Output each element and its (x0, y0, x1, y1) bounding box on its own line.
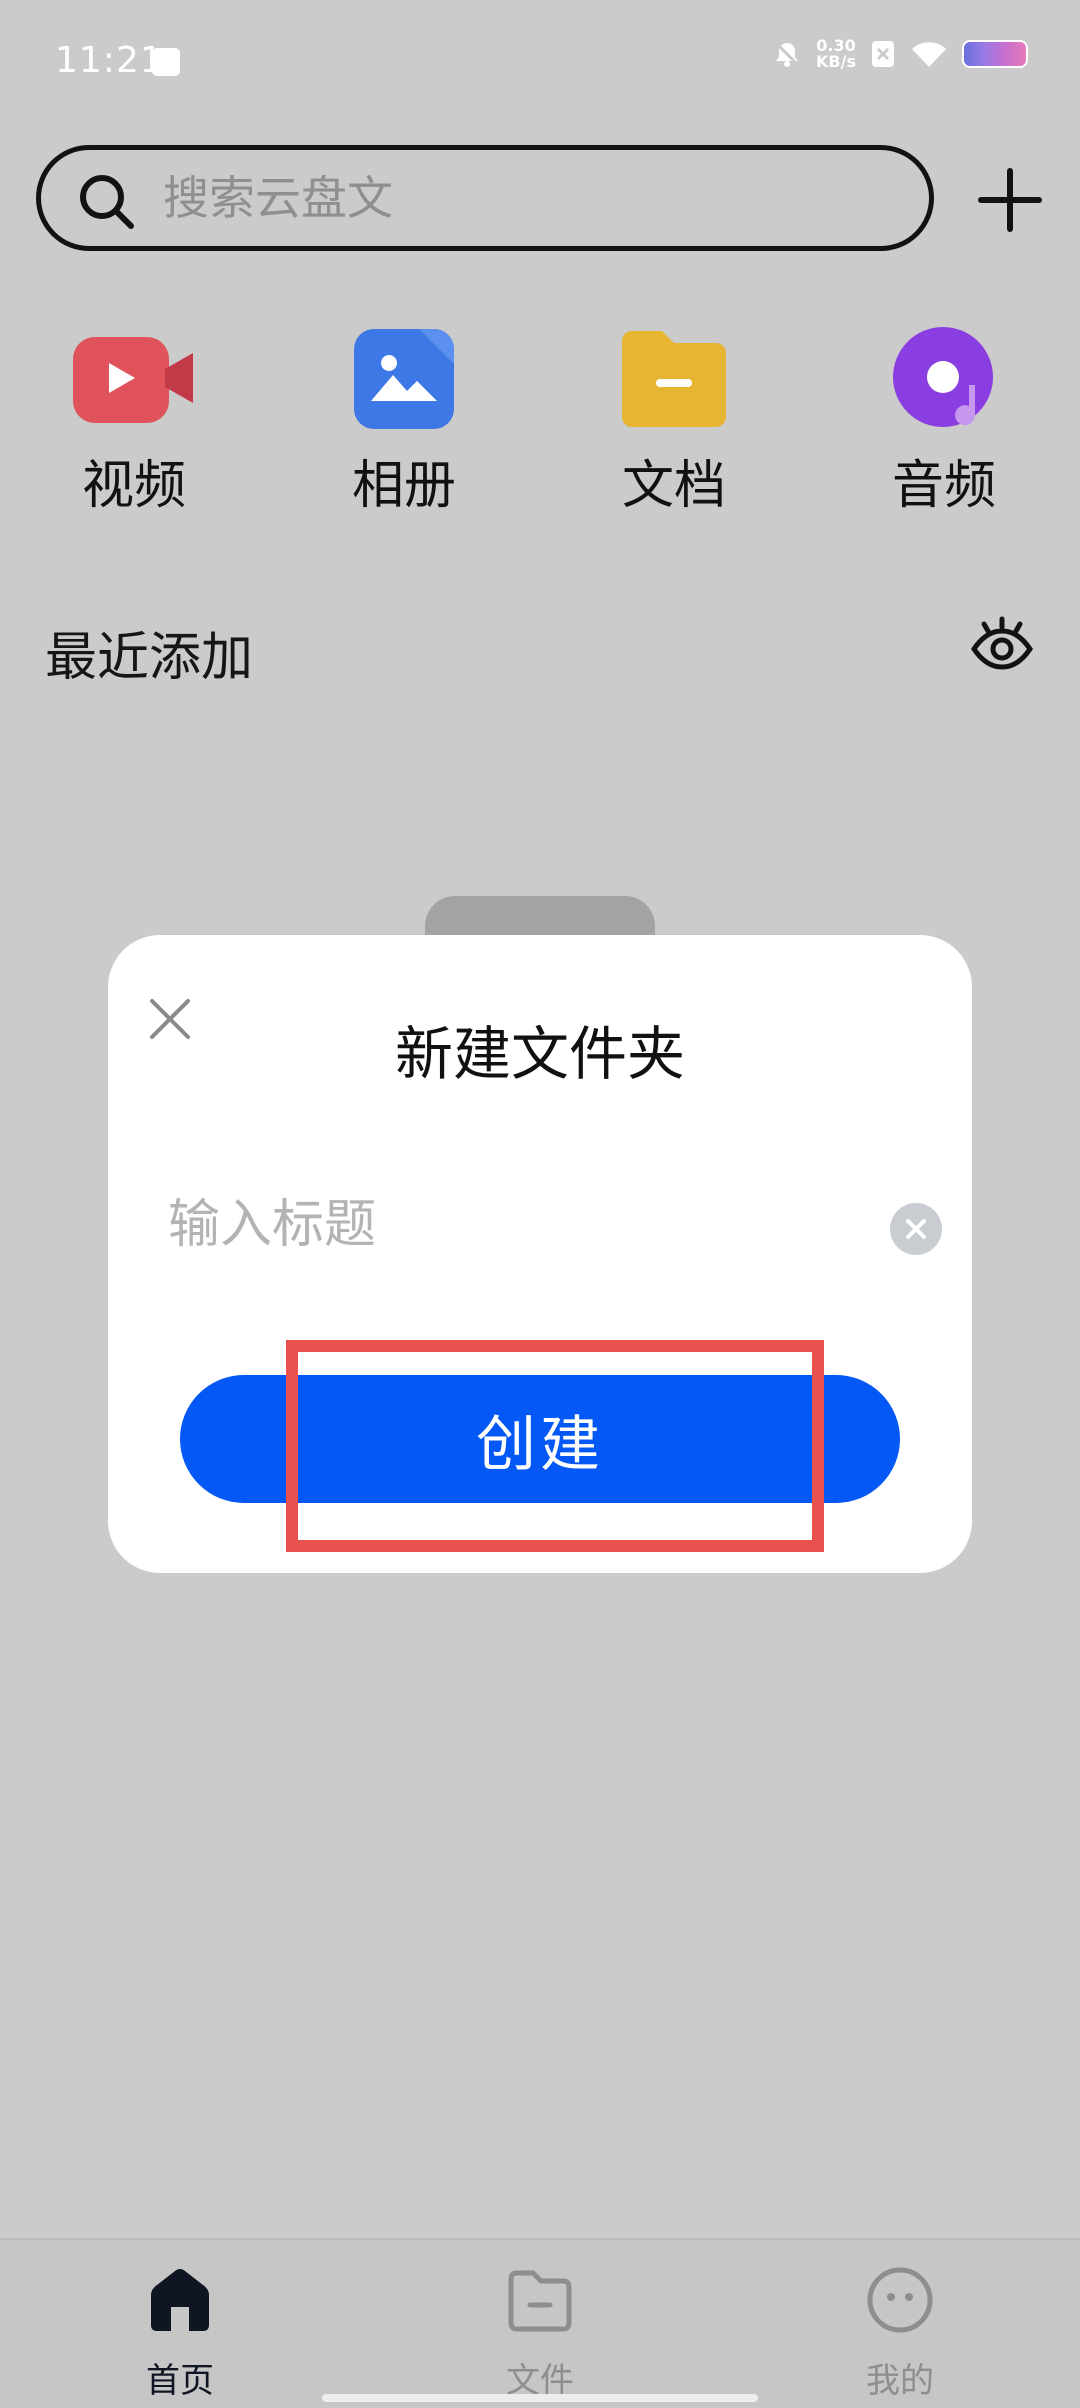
file-folder-icon (505, 2265, 575, 2335)
mute-bell-icon (772, 39, 802, 69)
bottom-nav: 首页 文件 我的 (0, 2238, 1080, 2408)
network-speed: 0.30 KB/s (816, 38, 856, 70)
eye-icon[interactable] (970, 615, 1034, 679)
network-speed-unit: KB/s (816, 52, 856, 71)
profile-face-icon (865, 2265, 935, 2335)
music-disc-icon (889, 323, 999, 433)
category-album[interactable]: 相册 (324, 315, 484, 516)
clear-icon (906, 1219, 926, 1239)
video-camera-icon (73, 323, 193, 433)
create-button[interactable]: 创建 (180, 1375, 900, 1503)
dialog-title: 新建文件夹 (394, 1020, 685, 1088)
home-icon (145, 2265, 215, 2335)
category-video-label: 视频 (81, 456, 186, 516)
category-document[interactable]: 文档 (594, 315, 754, 516)
app-screen: 11:21 0.30 KB/s 搜索云盘文 视频 相册 文档 音频 最近添加 新… (0, 0, 1080, 2408)
category-row: 视频 相册 文档 音频 (0, 315, 1080, 525)
status-icons: 0.30 KB/s (772, 38, 1028, 70)
folder-document-icon (619, 323, 729, 433)
notification-icon (152, 48, 180, 76)
sim-off-icon (870, 39, 896, 69)
add-button[interactable] (975, 165, 1045, 235)
nav-home-label: 首页 (146, 2361, 214, 2401)
clear-input-button[interactable] (890, 1203, 942, 1255)
category-audio[interactable]: 音频 (864, 315, 1024, 516)
category-audio-label: 音频 (891, 456, 996, 516)
search-input[interactable] (163, 168, 863, 228)
folder-title-input[interactable] (168, 1185, 848, 1265)
search-bar[interactable] (36, 145, 934, 251)
wifi-icon (910, 39, 948, 69)
status-bar: 11:21 0.30 KB/s (0, 0, 1080, 130)
home-indicator (322, 2394, 758, 2402)
search-icon (77, 172, 137, 236)
new-folder-dialog: 新建文件夹 创建 (108, 935, 972, 1573)
photo-album-icon (349, 323, 459, 433)
nav-files[interactable]: 文件 (440, 2265, 640, 2401)
category-album-label: 相册 (351, 456, 456, 516)
recent-title: 最近添加 (45, 628, 254, 688)
nav-profile-label: 我的 (866, 2361, 934, 2401)
category-document-label: 文档 (621, 456, 726, 516)
nav-home[interactable]: 首页 (80, 2265, 280, 2401)
battery-icon (962, 40, 1028, 68)
nav-profile[interactable]: 我的 (800, 2265, 1000, 2401)
status-time: 11:21 (55, 40, 164, 81)
category-video[interactable]: 视频 (54, 315, 214, 516)
